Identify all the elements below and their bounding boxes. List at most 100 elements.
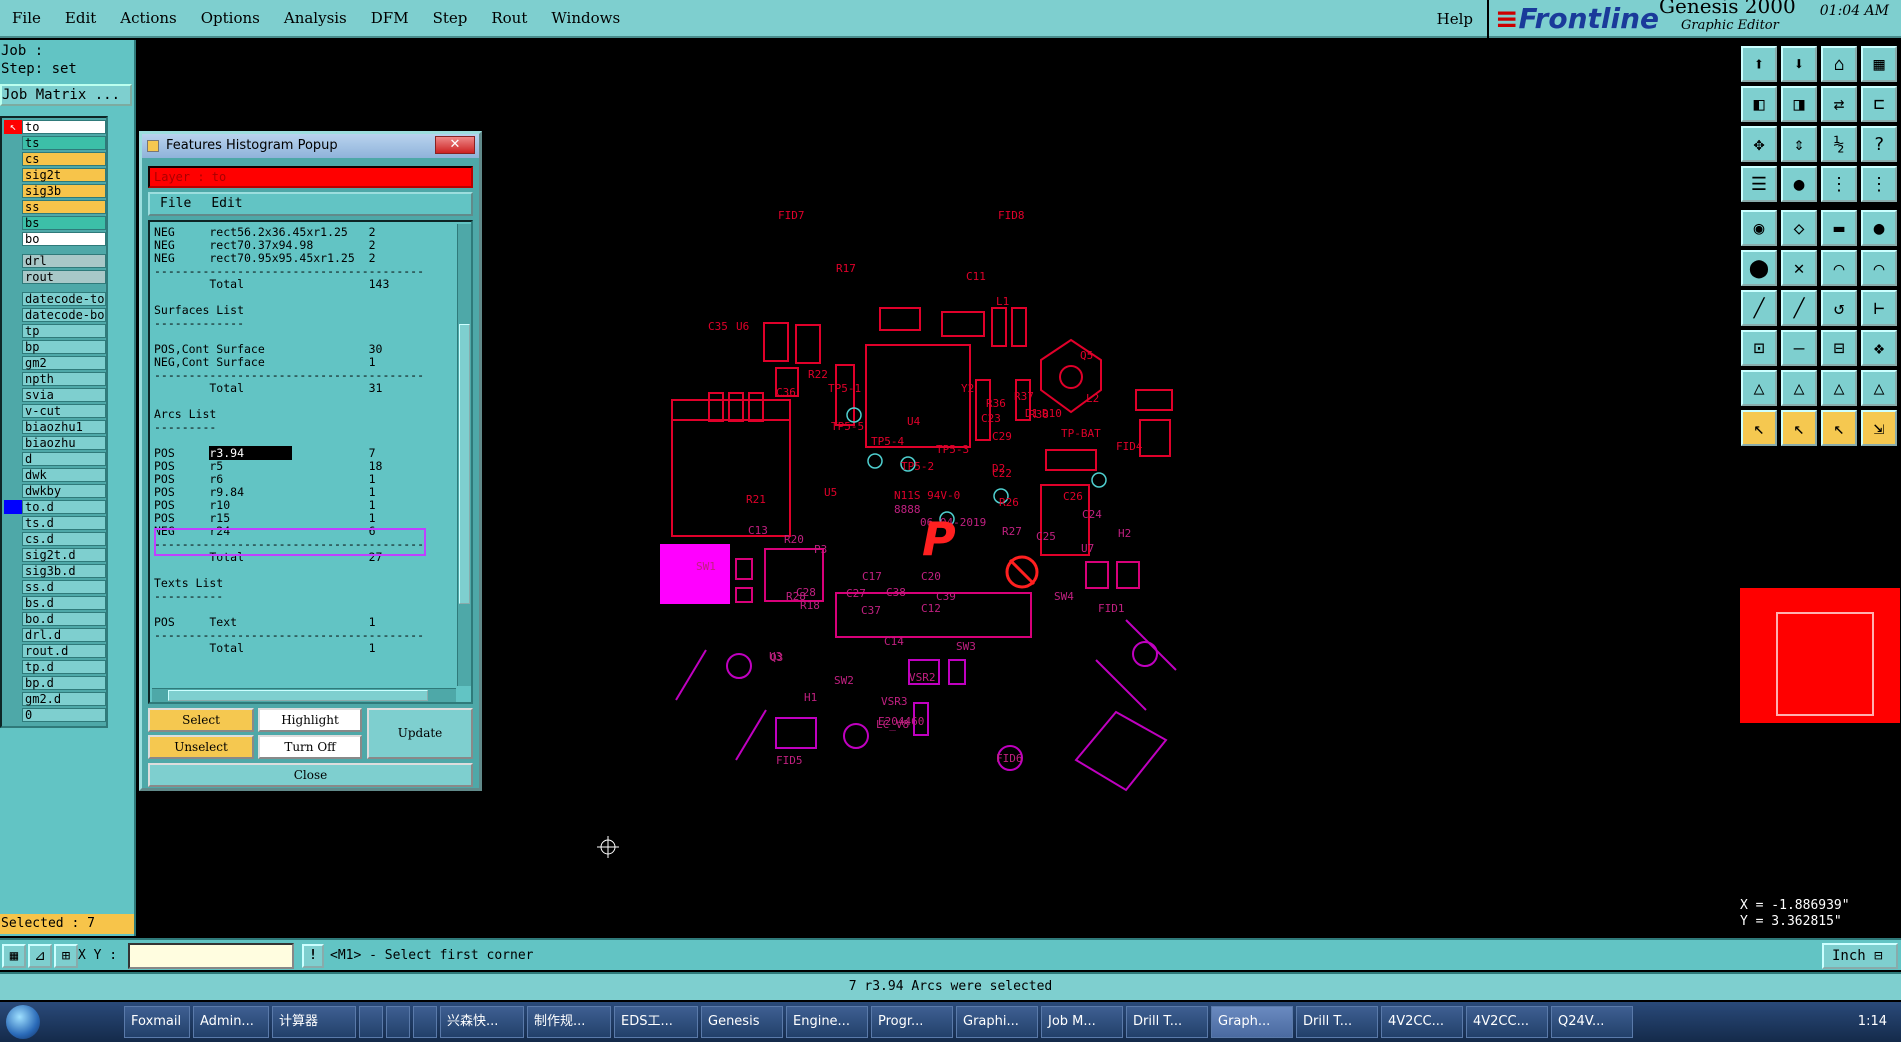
layer-row[interactable]: cs [4,152,106,166]
arc-node-icon[interactable]: ⌒ [1821,250,1857,286]
layer-name[interactable]: bs.d [22,596,106,610]
taskbar-button[interactable]: 4V2CC... [1466,1006,1548,1038]
taskbar-button[interactable]: Graph... [1211,1006,1293,1038]
menu-windows[interactable]: Windows [539,9,632,27]
layer-name[interactable]: svia [22,388,106,402]
histogram-row[interactable]: ---------- [154,590,454,603]
layer-flag[interactable] [4,168,22,182]
menu-analysis[interactable]: Analysis [272,9,359,27]
layer-name[interactable]: sig3b [22,184,106,198]
layer-name[interactable]: datecode-bo [22,308,106,322]
arrow-edit-icon[interactable]: ↖ [1821,410,1857,446]
grid-icon[interactable]: ▦ [1861,46,1897,82]
curve-icon[interactable]: ↺ [1821,290,1857,326]
layer-name[interactable]: datecode-to [22,292,106,306]
save-window-icon[interactable]: ⬇ [1781,46,1817,82]
layer-row[interactable]: ss [4,200,106,214]
layer-row[interactable]: gm2.d [4,692,106,706]
layer-row[interactable]: dwk [4,468,106,482]
taskbar-button[interactable]: Admin... [193,1006,269,1038]
edit-shape-icon[interactable]: ◇ [1781,210,1817,246]
layer-name[interactable]: ts.d [22,516,106,530]
taskbar-button[interactable]: 计算器 [272,1006,356,1038]
turn-off-button[interactable]: Turn Off [258,735,362,759]
layer-flag[interactable] [4,436,22,450]
net-icon[interactable]: ⬤ [1741,250,1777,286]
cross-icon[interactable]: ✕ [1781,250,1817,286]
layer-row[interactable]: tp [4,324,106,338]
layer-flag[interactable] [4,324,22,338]
layer-name[interactable]: tp.d [22,660,106,674]
taskbar-button[interactable]: Graphi... [956,1006,1038,1038]
layer-name[interactable]: to [22,120,106,134]
layer-left-icon[interactable]: ◧ [1741,86,1777,122]
layer-row[interactable]: cs.d [4,532,106,546]
layer-flag[interactable] [4,644,22,658]
layer-name[interactable]: to.d [22,500,106,514]
layer-name[interactable]: bo.d [22,612,106,626]
units-select[interactable]: Inch ⊟ [1822,943,1898,969]
node-add-icon[interactable]: ⊡ [1741,330,1777,366]
layer-flag[interactable] [4,420,22,434]
slash-icon[interactable]: ╱ [1781,290,1817,326]
arc-node2-icon[interactable]: ⌒ [1861,250,1897,286]
layer-row[interactable]: to.d [4,500,106,514]
layer-flag[interactable] [4,270,22,284]
layer-flag[interactable] [4,404,22,418]
layer-name[interactable]: cs.d [22,532,106,546]
layer-row[interactable]: datecode-to [4,292,106,306]
layer-name[interactable]: tp [22,324,106,338]
taskbar-button[interactable]: 制作规... [527,1006,611,1038]
layer-row[interactable]: sig3b.d [4,564,106,578]
layer-flag[interactable] [4,676,22,690]
close-button[interactable]: Close [148,763,473,787]
home-icon[interactable]: ⌂ [1821,46,1857,82]
layer-name[interactable]: drl [22,254,106,268]
layer-flag[interactable] [4,660,22,674]
menu-options[interactable]: Options [189,9,272,27]
triangle-a-icon[interactable]: △ [1781,370,1817,406]
layer-row[interactable]: sig2t.d [4,548,106,562]
layer-name[interactable]: sig2t.d [22,548,106,562]
popup-menu-file[interactable]: File [150,196,201,211]
hscroll-thumb[interactable] [168,690,428,701]
menu-step[interactable]: Step [421,9,480,27]
layer-name[interactable]: biaozhu1 [22,420,106,434]
layer-flag[interactable] [4,292,22,306]
layer-row[interactable]: sig2t [4,168,106,182]
layer-flag[interactable] [4,468,22,482]
taskbar-button[interactable]: Q24V... [1551,1006,1633,1038]
taskbar-button[interactable] [359,1006,383,1038]
layer-row[interactable]: npth [4,372,106,386]
taskbar-button[interactable]: Engine... [786,1006,868,1038]
update-button[interactable]: Update [367,708,473,759]
layer-name[interactable]: rout.d [22,644,106,658]
layer-name[interactable]: bp.d [22,676,106,690]
layer-flag[interactable] [4,372,22,386]
layer-flag[interactable] [4,484,22,498]
overview-minimap[interactable] [1740,588,1900,723]
line-red-icon[interactable]: — [1781,330,1817,366]
layer-row[interactable]: biaozhu [4,436,106,450]
layer-flag[interactable] [4,500,22,514]
taskbar-button[interactable]: Genesis [701,1006,783,1038]
taskbar-button[interactable]: 4V2CC... [1381,1006,1463,1038]
layer-name[interactable]: 0 [22,708,106,722]
taskbar-button[interactable]: 兴森快... [440,1006,524,1038]
start-button[interactable] [6,1005,40,1039]
layer-flag[interactable] [4,564,22,578]
layer-name[interactable]: sig3b.d [22,564,106,578]
layer-flag[interactable] [4,692,22,706]
triangle-b-icon[interactable]: △ [1821,370,1857,406]
layer-flag[interactable] [4,452,22,466]
triangle-icon[interactable]: △ [1741,370,1777,406]
taskbar-button[interactable]: Foxmail [124,1006,190,1038]
layer-flag[interactable] [4,356,22,370]
vscroll-thumb[interactable] [459,324,470,604]
histogram-row[interactable]: --------- [154,421,454,434]
layer-row[interactable]: ↖ to [4,120,106,134]
layer-row[interactable]: 0 [4,708,106,722]
layer-name[interactable]: dwk [22,468,106,482]
pin-icon[interactable]: ● [1781,166,1817,202]
layer-name[interactable]: cs [22,152,106,166]
